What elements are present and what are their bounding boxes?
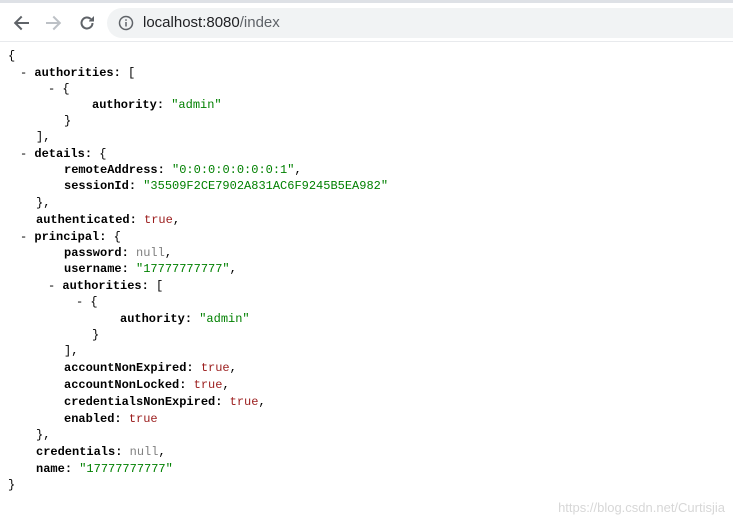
info-icon[interactable] <box>118 15 134 31</box>
json-key: details <box>34 147 85 161</box>
json-string-value: "35509F2CE7902A831AC6F9245B5EA982" <box>143 179 389 193</box>
json-line-accountNonExpired: accountNonExpired: true, <box>64 361 237 375</box>
json-line-username: username: "17777777777", <box>64 262 237 276</box>
json-string-value: "17777777777" <box>136 262 230 276</box>
json-bool-value: true <box>200 361 230 375</box>
json-line-authorities[interactable]: - authorities: [ <box>20 65 135 82</box>
back-button[interactable] <box>10 12 32 34</box>
address-bar[interactable]: localhost:8080/index <box>107 8 733 38</box>
json-key: authority <box>92 98 157 112</box>
json-line-brace-close: }, <box>36 428 51 442</box>
json-key: enabled <box>64 412 115 426</box>
json-null-value: null <box>129 445 159 459</box>
json-line-principal-authorities-item[interactable]: - { <box>76 294 98 311</box>
forward-button[interactable] <box>43 12 65 34</box>
json-key: authorities <box>62 279 142 293</box>
json-key: name <box>36 462 65 476</box>
json-bool-value: true <box>229 395 259 409</box>
json-key: authority <box>120 312 185 326</box>
json-key: principal <box>34 230 100 244</box>
json-string-value: "admin" <box>171 98 222 112</box>
json-root-open: { <box>8 49 16 63</box>
json-line-principal[interactable]: - principal: { <box>20 229 121 246</box>
json-line-credentials: credentials: null, <box>36 445 166 459</box>
json-string-value: "admin" <box>199 312 250 326</box>
json-bool-value: true <box>193 378 223 392</box>
reload-icon <box>80 16 94 30</box>
json-string-value: "0:0:0:0:0:0:0:1" <box>172 163 295 177</box>
url-host: localhost:8080 <box>143 14 240 31</box>
json-line-accountNonLocked: accountNonLocked: true, <box>64 378 230 392</box>
json-key: accountNonExpired <box>64 361 187 375</box>
json-string-value: "17777777777" <box>79 462 173 476</box>
json-line-enabled: enabled: true <box>64 412 158 426</box>
json-line-name: name: "17777777777" <box>36 462 173 476</box>
json-bool-value: true <box>144 213 173 227</box>
json-line-authority: authority: "admin" <box>92 98 222 112</box>
json-line-password: password: null, <box>64 246 173 260</box>
json-bool-value: true <box>128 412 158 426</box>
json-key: credentialsNonExpired <box>64 395 216 409</box>
json-viewer: { - authorities: [ - { authority: "admin… <box>0 42 733 521</box>
json-line-bracket-close: ], <box>36 130 51 144</box>
url-path: /index <box>239 14 280 31</box>
reload-button[interactable] <box>76 12 98 34</box>
json-root-close: } <box>8 478 16 492</box>
json-null-value: null <box>136 246 165 260</box>
json-key: accountNonLocked <box>64 378 180 392</box>
json-key: authorities <box>34 66 114 80</box>
json-line-authorities-item[interactable]: - { <box>48 81 70 98</box>
json-line-principal-authorities[interactable]: - authorities: [ <box>48 278 163 295</box>
json-key: password <box>64 246 122 260</box>
arrow-left-icon <box>13 15 29 31</box>
json-key: remoteAddress <box>64 163 158 177</box>
json-key: credentials <box>36 445 116 459</box>
json-key: username <box>64 262 122 276</box>
json-line-brace-close: } <box>92 328 100 342</box>
json-line-brace-close: } <box>64 114 72 128</box>
json-key: sessionId <box>64 179 129 193</box>
watermark: https://blog.csdn.net/Curtisjia <box>558 500 725 515</box>
json-line-principal-authority: authority: "admin" <box>120 312 250 326</box>
json-line-details[interactable]: - details: { <box>20 146 106 163</box>
json-key: authenticated <box>36 213 130 227</box>
json-line-authenticated: authenticated: true, <box>36 213 181 227</box>
url-text[interactable]: localhost:8080/index <box>143 14 280 31</box>
json-line-remoteAddress: remoteAddress: "0:0:0:0:0:0:0:1", <box>64 163 302 177</box>
json-line-bracket-close: ], <box>64 344 79 358</box>
arrow-right-icon <box>46 15 62 31</box>
json-line-brace-close: }, <box>36 196 51 210</box>
json-line-sessionId: sessionId: "35509F2CE7902A831AC6F9245B5E… <box>64 179 389 193</box>
browser-toolbar: localhost:8080/index <box>0 0 733 42</box>
json-line-credentialsNonExpired: credentialsNonExpired: true, <box>64 395 266 409</box>
